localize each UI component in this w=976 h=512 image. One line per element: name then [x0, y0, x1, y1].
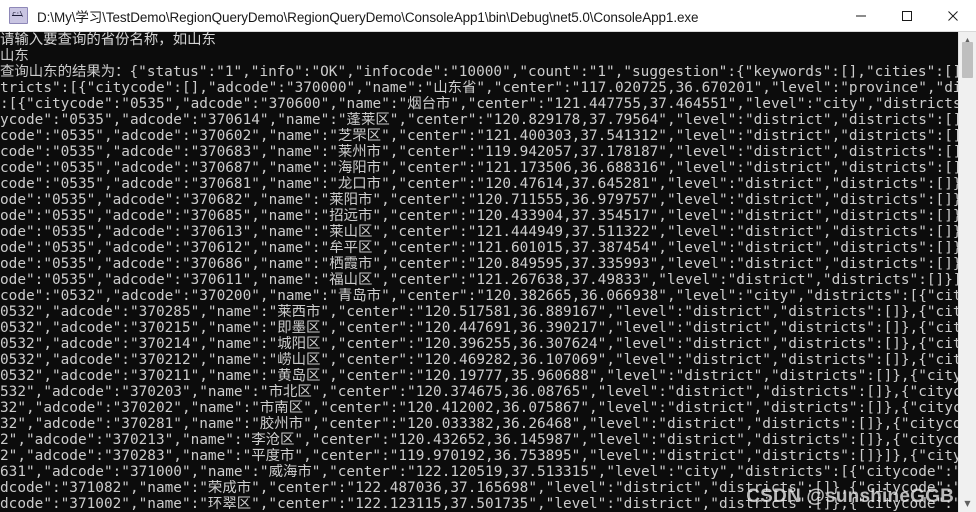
console-line: code":"0535","adcode":"370602","name":"芝… [0, 128, 959, 145]
console-line: 查询山东的结果为：{"status":"1","info":"OK","info… [0, 64, 959, 81]
console-line: 2","adcode":"370213","name":"李沧区","cente… [0, 432, 959, 449]
console-line: code":"0535","adcode":"370683","name":"莱… [0, 144, 959, 161]
console-app-icon: c:\ [9, 7, 28, 24]
console-line: dcode":"371002","name":"环翠区","center":"1… [0, 496, 959, 512]
window-controls [838, 0, 976, 31]
console-line: 0532","adcode":"370211","name":"黄岛区","ce… [0, 368, 959, 385]
console-line: 山东 [0, 48, 29, 65]
console-line: tricts":[{"citycode":[],"adcode":"370000… [0, 80, 959, 97]
scrollbar-thumb[interactable] [962, 42, 973, 78]
console-line: 0532","adcode":"370212","name":"崂山区","ce… [0, 352, 959, 369]
vertical-scrollbar[interactable]: ▲ ▼ [958, 32, 976, 512]
console-line: 2","adcode":"370283","name":"平度市","cente… [0, 448, 959, 465]
console-line: :[{"citycode":"0535","adcode":"370600","… [0, 96, 959, 113]
maximize-button[interactable] [884, 0, 930, 31]
window-title: D:\My\学习\TestDemo\RegionQueryDemo\Region… [37, 9, 699, 25]
console-line: dcode":"371082","name":"荣成市","center":"1… [0, 480, 959, 497]
console-line: code":"0532","adcode":"370200","name":"青… [0, 288, 959, 305]
console-line: 0532","adcode":"370285","name":"莱西市","ce… [0, 304, 959, 321]
console-line: 请输入要查询的省份名称，如山东 [0, 32, 216, 48]
console-line: ode":"0535","adcode":"370611","name":"福山… [0, 272, 959, 289]
console-line: ode":"0535","adcode":"370612","name":"牟平… [0, 240, 959, 257]
console-output[interactable]: 请输入要查询的省份名称，如山东 山东 查询山东的结果为：{"status":"1",… [0, 32, 959, 512]
console-body[interactable]: 请输入要查询的省份名称，如山东 山东 查询山东的结果为：{"status":"1",… [0, 32, 976, 512]
console-line: ycode":"0535","adcode":"370614","name":"… [0, 112, 959, 129]
console-line: ode":"0535","adcode":"370682","name":"莱阳… [0, 192, 959, 209]
console-line: 32","adcode":"370281","name":"胶州市","cent… [0, 416, 959, 433]
console-line: 532","adcode":"370203","name":"市北区","cen… [0, 384, 959, 401]
maximize-icon [902, 10, 912, 21]
minimize-button[interactable] [838, 0, 884, 31]
scroll-down-icon[interactable]: ▼ [959, 495, 976, 512]
console-line: 0532","adcode":"370215","name":"即墨区","ce… [0, 320, 959, 337]
console-line: 631","adcode":"371000","name":"威海市","cen… [0, 464, 959, 481]
console-line: ode":"0535","adcode":"370613","name":"莱山… [0, 224, 959, 241]
console-window: c:\ D:\My\学习\TestDemo\RegionQueryDemo\Re… [0, 0, 976, 512]
console-line: code":"0535","adcode":"370687","name":"海… [0, 160, 959, 177]
console-line: 32","adcode":"370202","name":"市南区","cent… [0, 400, 959, 417]
console-line: 0532","adcode":"370214","name":"城阳区","ce… [0, 336, 959, 353]
console-line: ode":"0535","adcode":"370686","name":"栖霞… [0, 256, 959, 273]
close-icon [948, 10, 958, 21]
close-button[interactable] [930, 0, 976, 31]
console-line: ode":"0535","adcode":"370685","name":"招远… [0, 208, 959, 225]
title-bar[interactable]: c:\ D:\My\学习\TestDemo\RegionQueryDemo\Re… [0, 0, 976, 32]
console-line: code":"0535","adcode":"370681","name":"龙… [0, 176, 959, 193]
minimize-icon [856, 15, 866, 16]
